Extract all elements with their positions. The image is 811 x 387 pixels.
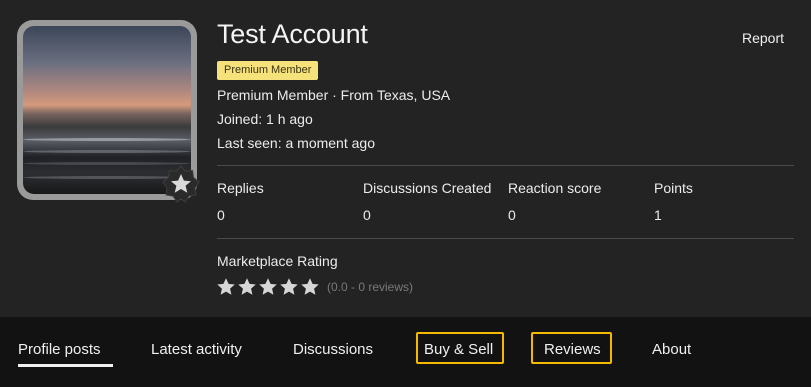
profile-name: Test Account <box>217 19 368 49</box>
report-link[interactable]: Report <box>742 30 784 46</box>
stat-label-reaction-score[interactable]: Reaction score <box>508 180 601 196</box>
member-location-line: Premium Member · From Texas, USA <box>217 87 451 103</box>
premium-member-badge: Premium Member <box>217 61 319 80</box>
star-icon <box>301 278 319 295</box>
stat-value-reaction-score: 0 <box>508 207 516 223</box>
star-icon <box>238 278 256 295</box>
tab-profile-posts[interactable]: Profile posts <box>18 341 101 358</box>
divider <box>217 165 794 166</box>
star-icon <box>280 278 298 295</box>
tab-discussions[interactable]: Discussions <box>293 341 373 358</box>
tab-buy-and-sell[interactable]: Buy & Sell <box>424 341 493 358</box>
profile-tabs: Profile posts Latest activity Discussion… <box>0 317 811 387</box>
stat-label-discussions[interactable]: Discussions Created <box>363 180 491 196</box>
tab-about[interactable]: About <box>652 341 691 358</box>
last-seen-line: Last seen: a moment ago <box>217 135 375 151</box>
marketplace-rating-label: Marketplace Rating <box>217 253 338 269</box>
profile-header: Test Account Report Premium Member Premi… <box>0 0 811 317</box>
tab-latest-activity[interactable]: Latest activity <box>151 341 242 358</box>
stat-label-points[interactable]: Points <box>654 180 693 196</box>
star-icon <box>161 164 201 204</box>
joined-line: Joined: 1 h ago <box>217 111 313 127</box>
tab-reviews[interactable]: Reviews <box>544 341 601 358</box>
stat-value-points: 1 <box>654 207 662 223</box>
divider <box>217 238 794 239</box>
star-icon <box>217 278 235 295</box>
active-tab-indicator <box>18 364 113 367</box>
stat-value-discussions: 0 <box>363 207 371 223</box>
stat-label-replies[interactable]: Replies <box>217 180 264 196</box>
marketplace-rating-stars: (0.0 - 0 reviews) <box>216 277 413 297</box>
stat-value-replies: 0 <box>217 207 225 223</box>
star-icon <box>259 278 277 295</box>
rating-summary: (0.0 - 0 reviews) <box>327 280 414 294</box>
